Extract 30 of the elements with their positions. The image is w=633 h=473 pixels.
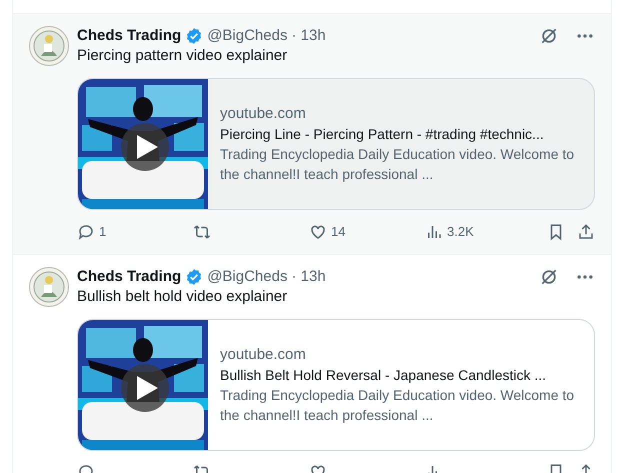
reply-count: 1 <box>99 223 106 241</box>
post-time[interactable]: · 13h <box>291 26 326 46</box>
post-text: Bullish belt hold video explainer <box>77 286 288 306</box>
heart-icon[interactable] <box>309 222 327 241</box>
card-title: Piercing Line - Piercing Pattern - #trading #technic... <box>220 125 545 144</box>
post-text: Piercing pattern video explainer <box>77 46 288 66</box>
link-card[interactable]: youtube.com Bullish Belt Hold Reversal - Japanese Candlestick ... Trading Encyclopedia Daily Education video. Welcome to the channel!I teach professional ... <box>77 318 595 450</box>
card-description: Trading Encyclopedia Daily Education video. Welcome to the channel!I teach professional ... <box>220 145 576 184</box>
author-name[interactable]: Cheds Trading <box>77 266 182 286</box>
link-card[interactable]: youtube.com Piercing Line - Piercing Pattern - #trading #technic... Trading Encyclopedia Daily Education video. Welcome to the channel!I teach professional ... <box>77 78 595 210</box>
verified-badge-icon <box>185 268 204 286</box>
share-icon[interactable] <box>577 222 595 241</box>
slashed-circle-icon[interactable] <box>539 26 559 46</box>
verified-badge-icon <box>185 27 204 45</box>
avatar[interactable] <box>29 266 69 306</box>
card-domain: youtube.com <box>220 104 307 124</box>
card-domain: youtube.com <box>220 344 307 364</box>
post[interactable] <box>13 14 611 254</box>
post-time[interactable]: · 13h <box>291 266 326 286</box>
view-count: 3.2K <box>447 223 474 241</box>
card-description: Trading Encyclopedia Daily Education video. Welcome to the channel!I teach professional ... <box>220 386 576 424</box>
author-name[interactable]: Cheds Trading <box>77 26 182 46</box>
author-handle[interactable]: @BigCheds <box>207 26 288 46</box>
post[interactable] <box>13 254 611 473</box>
avatar[interactable] <box>29 26 69 66</box>
like-count: 14 <box>331 223 346 241</box>
reply-icon[interactable] <box>77 222 95 241</box>
author-handle[interactable]: @BigCheds <box>207 266 288 286</box>
repost-icon[interactable] <box>193 222 211 241</box>
card-title: Bullish Belt Hold Reversal - Japanese Candlestick ... <box>220 366 548 384</box>
